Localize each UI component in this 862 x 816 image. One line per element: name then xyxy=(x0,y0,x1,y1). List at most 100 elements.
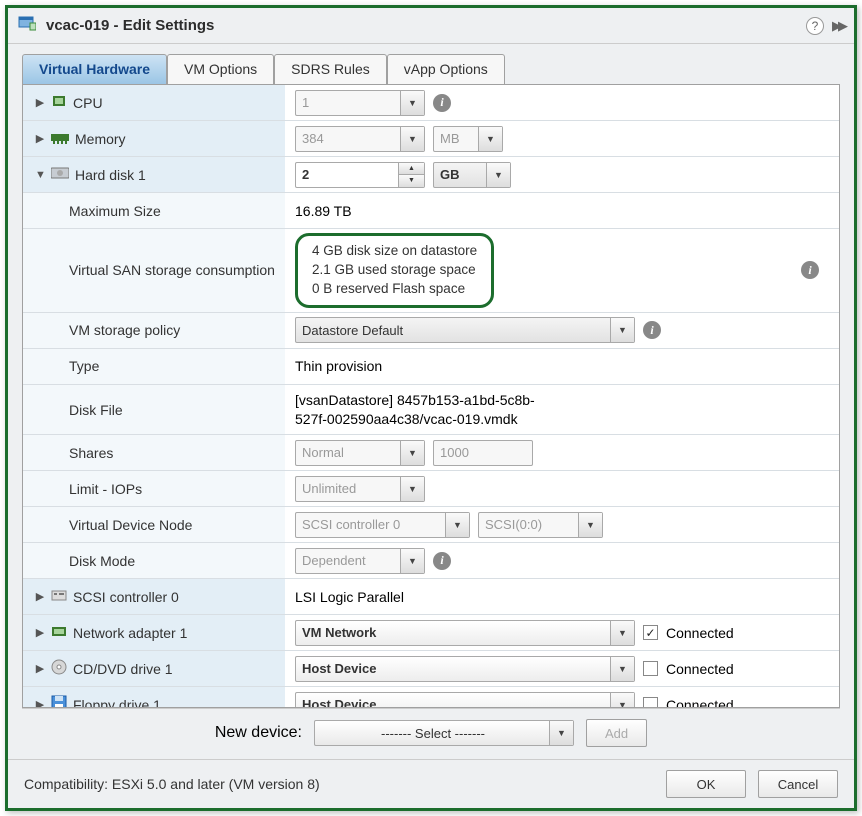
limit-iops-select[interactable]: Unlimited ▼ xyxy=(295,476,425,502)
vnode-controller-select[interactable]: SCSI controller 0 ▼ xyxy=(295,512,470,538)
disk-type-value: Thin provision xyxy=(295,358,382,374)
disk-file-line1: [vsanDatastore] 8457b153-a1bd-5c8b- xyxy=(295,391,829,410)
floppy-label: Floppy drive 1 xyxy=(73,697,161,708)
chevron-down-icon: ▼ xyxy=(400,477,424,501)
new-device-bar: New device: ------- Select ------- ▼ Add xyxy=(22,708,840,759)
chevron-down-icon: ▼ xyxy=(549,721,573,745)
vsan-line3: 0 B reserved Flash space xyxy=(312,280,477,299)
ok-button[interactable]: OK xyxy=(666,770,746,798)
help-icon[interactable]: ? xyxy=(806,17,824,35)
info-icon[interactable]: i xyxy=(433,552,451,570)
chevron-down-icon: ▼ xyxy=(610,657,634,681)
edit-settings-dialog: vcac-019 - Edit Settings ? ▶▶ Virtual Ha… xyxy=(5,5,857,811)
disk-file-label: Disk File xyxy=(69,402,123,418)
vsan-line1: 4 GB disk size on datastore xyxy=(312,242,477,261)
network-label: Network adapter 1 xyxy=(73,625,187,641)
cd-device-select[interactable]: Host Device ▼ xyxy=(295,656,635,682)
window-title: vcac-019 - Edit Settings xyxy=(46,17,806,34)
cd-icon xyxy=(51,659,67,678)
memory-label: Memory xyxy=(75,131,126,147)
info-icon[interactable]: i xyxy=(433,94,451,112)
floppy-icon xyxy=(51,695,67,708)
vm-icon xyxy=(18,14,36,37)
scsi-label: SCSI controller 0 xyxy=(73,589,179,605)
disk-unit-select[interactable]: GB ▼ xyxy=(433,162,511,188)
vsan-highlight: 4 GB disk size on datastore 2.1 GB used … xyxy=(295,233,494,308)
vnode-device-select[interactable]: SCSI(0:0) ▼ xyxy=(478,512,603,538)
network-connected-label: Connected xyxy=(666,625,734,641)
chevron-down-icon: ▼ xyxy=(400,91,424,115)
network-connected-checkbox[interactable]: ✓ xyxy=(643,625,658,640)
chevron-down-icon: ▼ xyxy=(478,127,502,151)
cd-label: CD/DVD drive 1 xyxy=(73,661,173,677)
tab-virtual-hardware[interactable]: Virtual Hardware xyxy=(22,54,167,84)
chevron-down-icon: ▼ xyxy=(400,127,424,151)
info-icon[interactable]: i xyxy=(643,321,661,339)
hard-disk-icon xyxy=(51,166,69,183)
vsan-line2: 2.1 GB used storage space xyxy=(312,261,477,280)
chevron-down-icon: ▼ xyxy=(578,513,602,537)
storage-policy-select[interactable]: Datastore Default ▼ xyxy=(295,317,635,343)
settings-panel: ▶ CPU 1 ▼ i ▶ Memory 384 xyxy=(22,84,840,708)
new-device-select[interactable]: ------- Select ------- ▼ xyxy=(314,720,574,746)
cd-connected-checkbox[interactable] xyxy=(643,661,658,676)
chevron-down-icon: ▼ xyxy=(610,621,634,645)
vnode-label: Virtual Device Node xyxy=(69,517,192,533)
floppy-connected-label: Connected xyxy=(666,697,734,708)
tab-vm-options[interactable]: VM Options xyxy=(167,54,274,84)
info-icon[interactable]: i xyxy=(801,261,819,279)
shares-label: Shares xyxy=(69,445,113,461)
chevron-down-icon: ▼ xyxy=(610,318,634,342)
add-device-button[interactable]: Add xyxy=(586,719,647,747)
limit-iops-label: Limit - IOPs xyxy=(69,481,142,497)
shares-select[interactable]: Normal ▼ xyxy=(295,440,425,466)
memory-unit-select[interactable]: MB ▼ xyxy=(433,126,503,152)
cpu-count-select[interactable]: 1 ▼ xyxy=(295,90,425,116)
cpu-icon xyxy=(51,94,67,111)
compatibility-text: Compatibility: ESXi 5.0 and later (VM ve… xyxy=(24,776,320,792)
chevron-down-icon: ▼ xyxy=(486,163,510,187)
disk-size-spinner[interactable]: 2 ▲▼ xyxy=(295,162,425,188)
cancel-button[interactable]: Cancel xyxy=(758,770,838,798)
collapse-icon[interactable]: ▶▶ xyxy=(832,18,844,34)
floppy-connected-checkbox[interactable] xyxy=(643,697,658,708)
tab-vapp-options[interactable]: vApp Options xyxy=(387,54,505,84)
scsi-icon xyxy=(51,588,67,605)
disk-file-line2: 527f-002590aa4c38/vcac-019.vmdk xyxy=(295,410,829,429)
chevron-down-icon: ▼ xyxy=(400,549,424,573)
spinner-up-icon: ▲ xyxy=(399,163,424,176)
storage-policy-label: VM storage policy xyxy=(69,322,180,338)
vsan-label: Virtual SAN storage consumption xyxy=(69,261,275,279)
max-size-value: 16.89 TB xyxy=(295,203,352,219)
expand-arrow-icon[interactable]: ▶ xyxy=(35,132,45,145)
spinner-down-icon: ▼ xyxy=(399,175,424,187)
network-select[interactable]: VM Network ▼ xyxy=(295,620,635,646)
chevron-down-icon: ▼ xyxy=(400,441,424,465)
expand-arrow-icon[interactable]: ▶ xyxy=(35,590,45,603)
network-icon xyxy=(51,624,67,641)
new-device-label: New device: xyxy=(215,724,302,742)
dialog-footer: Compatibility: ESXi 5.0 and later (VM ve… xyxy=(8,759,854,808)
hard-disk-label: Hard disk 1 xyxy=(75,167,146,183)
cpu-label: CPU xyxy=(73,95,103,111)
floppy-device-select[interactable]: Host Device ▼ xyxy=(295,692,635,708)
titlebar: vcac-019 - Edit Settings ? ▶▶ xyxy=(8,8,854,44)
max-size-label: Maximum Size xyxy=(69,203,161,219)
disk-mode-label: Disk Mode xyxy=(69,553,135,569)
memory-icon xyxy=(51,131,69,147)
chevron-down-icon: ▼ xyxy=(610,693,634,708)
scsi-value: LSI Logic Parallel xyxy=(295,589,404,605)
expand-arrow-icon[interactable]: ▶ xyxy=(35,662,45,675)
memory-size-input[interactable]: 384 ▼ xyxy=(295,126,425,152)
disk-type-label: Type xyxy=(69,358,99,374)
tab-sdrs-rules[interactable]: SDRS Rules xyxy=(274,54,387,84)
shares-value-input[interactable]: 1000 xyxy=(433,440,533,466)
disk-mode-select[interactable]: Dependent ▼ xyxy=(295,548,425,574)
collapse-arrow-icon[interactable]: ▼ xyxy=(35,169,45,181)
expand-arrow-icon[interactable]: ▶ xyxy=(35,698,45,708)
expand-arrow-icon[interactable]: ▶ xyxy=(35,96,45,109)
expand-arrow-icon[interactable]: ▶ xyxy=(35,626,45,639)
cd-connected-label: Connected xyxy=(666,661,734,677)
tab-bar: Virtual Hardware VM Options SDRS Rules v… xyxy=(8,44,854,84)
chevron-down-icon: ▼ xyxy=(445,513,469,537)
